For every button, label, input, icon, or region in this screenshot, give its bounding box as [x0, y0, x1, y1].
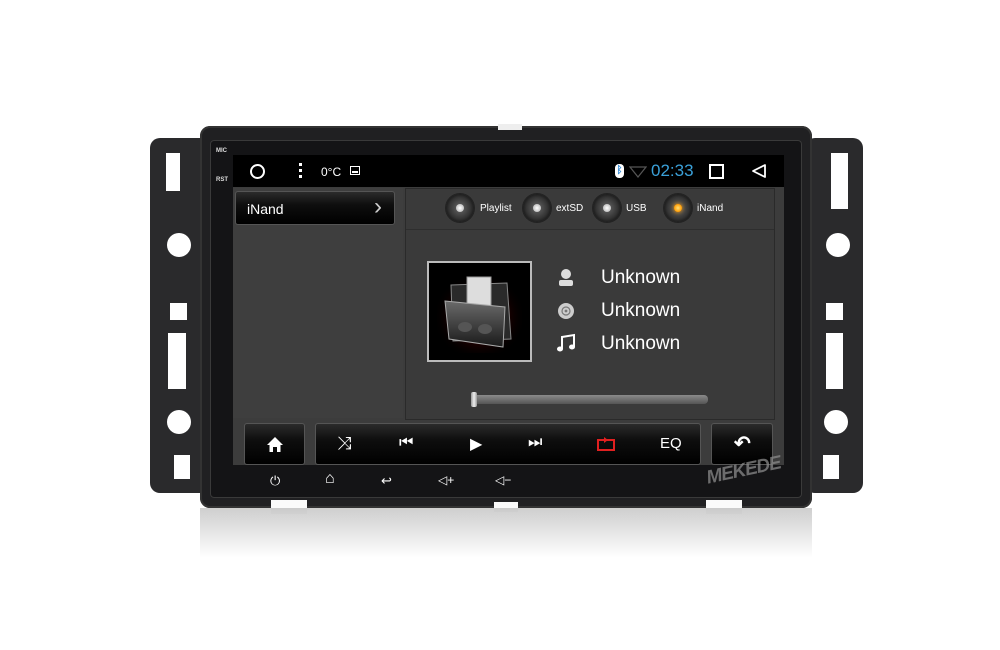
bracket-slot — [823, 455, 839, 479]
volume-down-key[interactable]: ◁− — [495, 473, 511, 487]
bracket-slot — [170, 303, 187, 320]
mic-label: MIC — [216, 148, 227, 154]
next-button[interactable]: ⏭ — [528, 434, 542, 452]
source-playlist-button[interactable] — [446, 194, 474, 222]
chevron-right-icon: › — [374, 193, 382, 220]
rst-label: RST — [216, 177, 228, 183]
bracket-hole — [167, 233, 191, 257]
folder-label: iNand — [247, 201, 284, 217]
reflection — [200, 508, 812, 558]
clock: 02:33 — [651, 161, 694, 180]
bracket-slot — [826, 303, 843, 320]
bracket-slot — [174, 455, 190, 479]
source-extsd-button[interactable] — [523, 194, 551, 222]
previous-button[interactable]: ⏮ — [399, 434, 413, 452]
source-inand-button[interactable] — [664, 194, 692, 222]
bracket-hole — [167, 410, 191, 434]
recents-icon[interactable] — [709, 164, 724, 179]
return-icon: ↶ — [734, 433, 751, 455]
temperature: 0°C — [321, 165, 342, 179]
bracket-slot — [826, 333, 843, 389]
source-extsd-label: extSD — [556, 203, 584, 214]
bracket-hole — [826, 233, 850, 257]
album-disc-icon — [558, 303, 574, 319]
folder-selector[interactable]: iNand › — [235, 191, 395, 225]
image-icon — [350, 166, 360, 175]
back-key[interactable]: ↩ — [381, 473, 392, 489]
shuffle-button[interactable]: ⤨ — [337, 433, 351, 454]
home-icon — [267, 437, 283, 452]
home-button[interactable] — [244, 423, 305, 465]
status-bar: 0°C ᛒ 02:33 — [233, 155, 784, 187]
source-indicator — [533, 204, 541, 212]
back-icon[interactable] — [751, 163, 767, 179]
music-note-icon — [557, 333, 575, 352]
bluetooth-icon: ᛒ — [615, 164, 624, 178]
wifi-icon — [629, 166, 647, 178]
sidebar: iNand › — [233, 188, 403, 418]
source-usb-button[interactable] — [593, 194, 621, 222]
power-key[interactable]: ⏻ — [270, 473, 280, 489]
bracket-slot — [831, 153, 848, 209]
volume-up-key[interactable]: ◁+ — [438, 473, 454, 487]
source-usb-label: USB — [626, 203, 647, 214]
play-button[interactable]: ▶ — [470, 434, 482, 454]
screen: 0°C ᛒ 02:33 iNand › Playlist extSD USB i… — [233, 155, 784, 465]
repeat-icon[interactable] — [595, 436, 617, 452]
progress-thumb[interactable] — [471, 392, 477, 407]
playback-controls: ⤨ ⏮ ▶ ⏭ EQ — [315, 423, 701, 465]
source-indicator — [456, 204, 464, 212]
album-art — [427, 261, 532, 362]
source-indicator-active — [674, 204, 682, 212]
album-name: Unknown — [601, 300, 681, 321]
bracket-slot — [166, 153, 180, 191]
music-folder-icon — [437, 273, 522, 353]
bracket-slot — [168, 333, 186, 389]
frame-notch — [498, 124, 522, 130]
overflow-menu-icon[interactable] — [299, 163, 302, 179]
artist-name: Unknown — [601, 267, 681, 288]
progress-slider[interactable] — [471, 392, 708, 407]
song-title: Unknown — [601, 333, 681, 354]
bracket-hole — [824, 410, 848, 434]
home-key[interactable]: ⌂ — [325, 470, 335, 488]
source-playlist-label: Playlist — [480, 203, 512, 214]
source-indicator — [603, 204, 611, 212]
artist-icon — [559, 269, 573, 286]
eq-button[interactable]: EQ — [660, 435, 682, 452]
source-inand-label: iNand — [697, 203, 724, 214]
circle-icon[interactable] — [250, 164, 265, 179]
